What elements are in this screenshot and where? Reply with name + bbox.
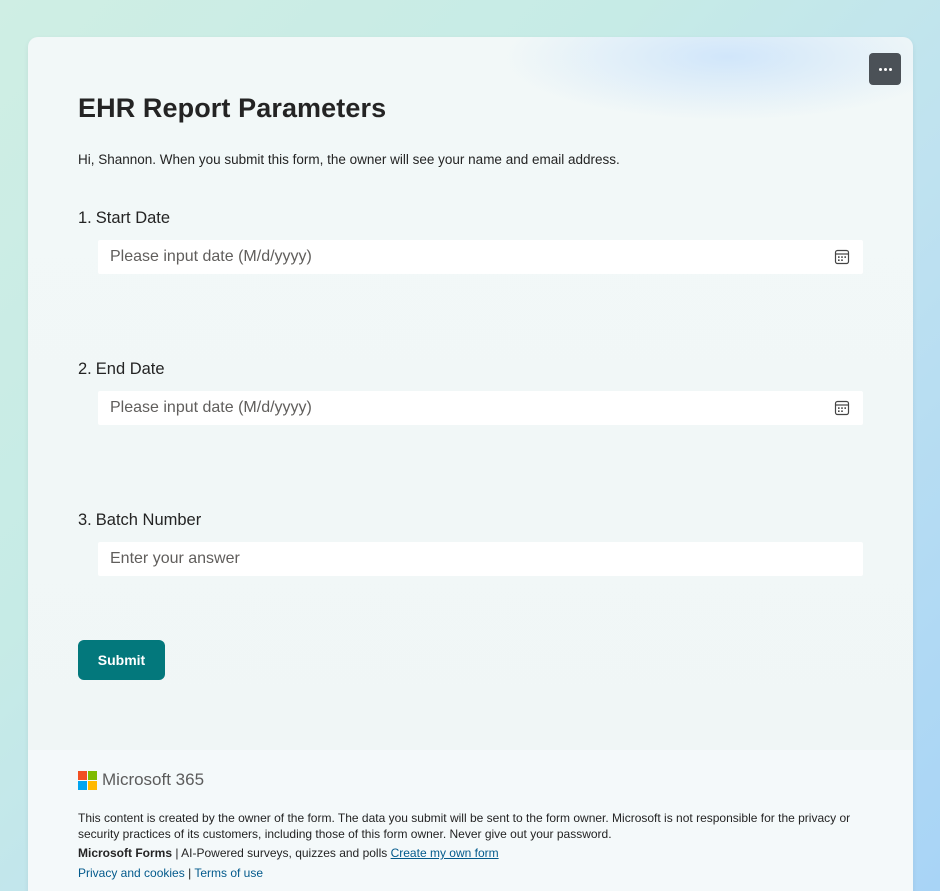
legal-separator: | [188, 866, 192, 880]
question-label: 2. End Date [78, 360, 878, 379]
logo-square-yellow [88, 780, 97, 790]
disclaimer-text: This content is created by the owner of … [78, 811, 851, 841]
ellipsis-dot [888, 67, 892, 71]
ellipsis-dot [883, 67, 887, 71]
end-date-placeholder: Please input date (M/d/yyyy) [110, 399, 312, 416]
end-date-input[interactable]: Please input date (M/d/yyyy) [98, 391, 863, 425]
forms-brand: Microsoft Forms [78, 846, 173, 860]
privacy-link[interactable]: Privacy and cookies [78, 866, 185, 880]
start-date-placeholder: Please input date (M/d/yyyy) [110, 248, 312, 265]
question-label: 3. Batch Number [78, 511, 878, 530]
microsoft-365-logo: Microsoft 365 [78, 770, 204, 790]
batch-number-placeholder: Enter your answer [110, 550, 240, 567]
question-label: 1. Start Date [78, 209, 878, 228]
form-title: EHR Report Parameters [78, 93, 387, 123]
create-form-link[interactable]: Create my own form [391, 846, 499, 860]
question-title: Start Date [95, 209, 171, 227]
logo-square-red [78, 770, 87, 780]
ellipsis-icon [878, 67, 882, 71]
footer: Microsoft 365 This content is created by… [28, 750, 913, 891]
legal-links: Privacy and cookies | Terms of use [78, 866, 263, 880]
logo-square-blue [78, 780, 87, 790]
terms-link[interactable]: Terms of use [194, 866, 263, 880]
question-end-date: 2. End Date Please input date (M/d/yyyy) [78, 360, 878, 425]
calendar-icon[interactable] [833, 248, 851, 266]
microsoft-logo-icon [78, 770, 97, 790]
question-number: 3. [78, 511, 92, 529]
forms-tagline-line: Microsoft Forms | AI-Powered surveys, qu… [78, 846, 499, 860]
question-title: Batch Number [95, 511, 202, 529]
form-card: EHR Report Parameters Hi, Shannon. When … [28, 37, 913, 891]
question-title: End Date [95, 360, 165, 378]
batch-number-input[interactable]: Enter your answer [98, 542, 863, 576]
start-date-input[interactable]: Please input date (M/d/yyyy) [98, 240, 863, 274]
greeting-text: Hi, Shannon. When you submit this form, … [78, 152, 620, 167]
calendar-icon[interactable] [833, 399, 851, 417]
question-number: 2. [78, 360, 92, 378]
forms-tagline: | AI-Powered surveys, quizzes and polls [175, 846, 388, 860]
question-number: 1. [78, 209, 92, 227]
more-options-button[interactable] [869, 53, 901, 85]
logo-square-green [88, 770, 97, 780]
brand-name: Microsoft 365 [102, 770, 205, 789]
question-batch-number: 3. Batch Number Enter your answer [78, 511, 878, 576]
submit-button[interactable]: Submit [78, 640, 165, 680]
question-start-date: 1. Start Date Please input date (M/d/yyy… [78, 209, 878, 274]
